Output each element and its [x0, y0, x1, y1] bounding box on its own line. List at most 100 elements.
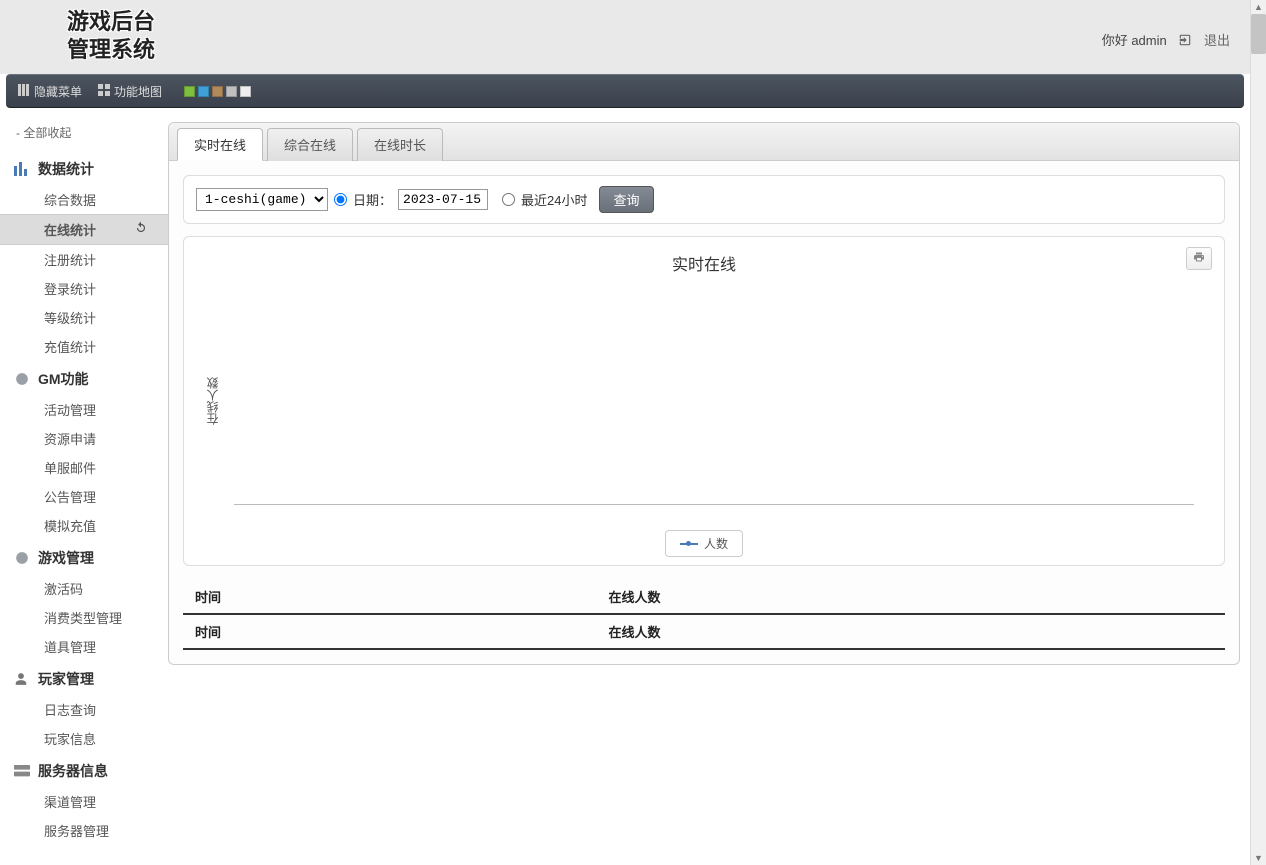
nav-item-label: 等级统计 — [44, 311, 96, 326]
nav-item-label: 活动管理 — [44, 403, 96, 418]
nav-item-label: 道具管理 — [44, 640, 96, 655]
query-bar: 1-ceshi(game) 日期： 最近24小时 查询 — [183, 175, 1225, 224]
nav-group-服务器信息[interactable]: 服务器信息 — [14, 753, 168, 787]
toggle-menu-button[interactable]: 隐藏菜单 — [18, 83, 82, 100]
nav-item-label: 日志查询 — [44, 703, 96, 718]
nav-item-label: 在线统计 — [44, 220, 96, 239]
tab-综合在线[interactable]: 综合在线 — [267, 128, 353, 161]
date-input[interactable] — [398, 189, 488, 210]
nav-item-资源申请[interactable]: 资源申请 — [0, 424, 168, 453]
nav-group-label: 玩家管理 — [38, 669, 94, 689]
sidebar: - 全部收起 数据统计综合数据在线统计注册统计登录统计等级统计充值统计 GM功能活… — [0, 108, 168, 865]
nav-item-道具管理[interactable]: 道具管理 — [0, 632, 168, 661]
legend-line-icon — [680, 543, 698, 545]
nav-item-公告管理[interactable]: 公告管理 — [0, 482, 168, 511]
bars-icon — [14, 162, 32, 176]
tab-panel: 实时在线综合在线在线时长 1-ceshi(game) 日期： 最近24小时 查询 — [168, 122, 1240, 665]
nav-group-label: GM功能 — [38, 369, 89, 389]
nav-item-label: 玩家信息 — [44, 732, 96, 747]
mode-24h-label: 最近24小时 — [521, 190, 587, 209]
nav-item-激活码[interactable]: 激活码 — [0, 574, 168, 603]
chart-legend[interactable]: 人数 — [665, 530, 743, 557]
nav-item-label: 激活码 — [44, 582, 83, 597]
nav-item-充值统计[interactable]: 充值统计 — [0, 332, 168, 361]
nav-group-label: 服务器信息 — [38, 761, 108, 781]
nav-item-label: 模拟充值 — [44, 519, 96, 534]
nav-item-综合数据[interactable]: 综合数据 — [0, 185, 168, 214]
columns-icon — [18, 84, 30, 99]
mode-24h-radio[interactable] — [502, 193, 515, 206]
main-content: 实时在线综合在线在线时长 1-ceshi(game) 日期： 最近24小时 查询 — [168, 108, 1250, 865]
nav-group-GM功能[interactable]: GM功能 — [14, 361, 168, 395]
top-toolbar: 隐藏菜单 功能地图 — [6, 74, 1244, 108]
sitemap-button[interactable]: 功能地图 — [98, 83, 162, 100]
nav-item-单服邮件[interactable]: 单服邮件 — [0, 453, 168, 482]
logout-link[interactable]: 退出 — [1204, 33, 1230, 48]
nav-item-等级统计[interactable]: 等级统计 — [0, 303, 168, 332]
theme-swatch[interactable] — [226, 86, 237, 97]
nav-group-label: 游戏管理 — [38, 548, 94, 568]
nav-item-label: 资源申请 — [44, 432, 96, 447]
query-button[interactable]: 查询 — [599, 186, 653, 213]
logo-line-2: 管理系统 — [46, 36, 176, 64]
mode-date-label: 日期： — [353, 190, 392, 209]
nav-item-日志查询[interactable]: 日志查询 — [0, 695, 168, 724]
scroll-thumb[interactable] — [1251, 14, 1266, 54]
nav-item-label: 服务器管理 — [44, 824, 109, 839]
nav-item-服务器管理[interactable]: 服务器管理 — [0, 816, 168, 845]
logout-icon — [1178, 33, 1192, 50]
app-logo: 游戏后台 管理系统 — [46, 8, 176, 63]
nav-group-label: 数据统计 — [38, 159, 94, 179]
nav-item-label: 综合数据 — [44, 193, 96, 208]
nav-item-label: 注册统计 — [44, 253, 96, 268]
nav-item-label: 消费类型管理 — [44, 611, 122, 626]
nav-item-登录统计[interactable]: 登录统计 — [0, 274, 168, 303]
collapse-all-button[interactable]: - 全部收起 — [14, 118, 168, 151]
chart-container: 实时在线 在线人数 人数 — [183, 236, 1225, 566]
page-scrollbar[interactable]: ▲ ▼ — [1250, 0, 1266, 865]
nav-item-label: 公告管理 — [44, 490, 96, 505]
chart-y-axis-label: 在线人数 — [204, 377, 221, 425]
table-header-cell: 时间 — [183, 580, 597, 614]
nav-item-活动管理[interactable]: 活动管理 — [0, 395, 168, 424]
nav-group-数据统计[interactable]: 数据统计 — [14, 151, 168, 185]
theme-swatch[interactable] — [240, 86, 251, 97]
chart-plot-area — [234, 297, 1194, 505]
logo-line-1: 游戏后台 — [46, 8, 176, 36]
nav-group-玩家管理[interactable]: 玩家管理 — [14, 661, 168, 695]
nav-item-在线统计[interactable]: 在线统计 — [0, 214, 168, 245]
theme-swatch[interactable] — [184, 86, 195, 97]
nav-item-模拟充值[interactable]: 模拟充值 — [0, 511, 168, 540]
theme-swatch[interactable] — [212, 86, 223, 97]
tab-bar: 实时在线综合在线在线时长 — [169, 123, 1239, 161]
nav-item-渠道管理[interactable]: 渠道管理 — [0, 787, 168, 816]
theme-swatch[interactable] — [198, 86, 209, 97]
table-footer-cell: 在线人数 — [597, 614, 1225, 649]
nav-group-游戏管理[interactable]: 游戏管理 — [14, 540, 168, 574]
chart-title: 实时在线 — [194, 247, 1214, 291]
nav-item-label: 登录统计 — [44, 282, 96, 297]
toggle-menu-label: 隐藏菜单 — [34, 83, 82, 100]
server-select[interactable]: 1-ceshi(game) — [196, 188, 328, 211]
scroll-up-arrow[interactable]: ▲ — [1251, 0, 1266, 14]
nav-item-消费类型管理[interactable]: 消费类型管理 — [0, 603, 168, 632]
header-user-area: 你好 admin 退出 — [1102, 30, 1230, 50]
header: 游戏后台 管理系统 你好 admin 退出 — [0, 0, 1250, 74]
theme-swatches — [184, 86, 251, 97]
user-icon — [14, 672, 32, 686]
tab-实时在线[interactable]: 实时在线 — [177, 128, 263, 161]
tab-在线时长[interactable]: 在线时长 — [357, 128, 443, 161]
refresh-icon — [134, 221, 148, 238]
legend-series-label: 人数 — [704, 535, 728, 552]
nav-item-label: 充值统计 — [44, 340, 96, 355]
data-table: 时间在线人数 时间在线人数 — [183, 580, 1225, 650]
mode-date-radio[interactable] — [334, 193, 347, 206]
greeting-text: 你好 admin — [1102, 33, 1167, 48]
nav-item-注册统计[interactable]: 注册统计 — [0, 245, 168, 274]
nav-item-玩家信息[interactable]: 玩家信息 — [0, 724, 168, 753]
table-header-cell: 在线人数 — [597, 580, 1225, 614]
print-button[interactable] — [1186, 247, 1212, 270]
server-icon — [14, 765, 32, 777]
chat-icon — [14, 551, 32, 565]
scroll-down-arrow[interactable]: ▼ — [1251, 851, 1266, 865]
